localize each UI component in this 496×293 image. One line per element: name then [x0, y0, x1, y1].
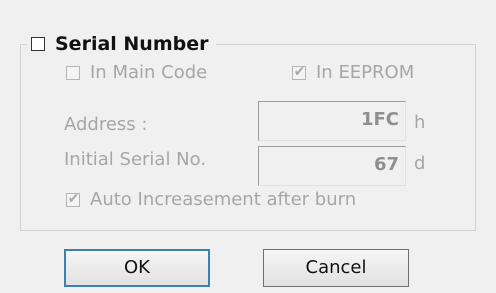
serial-number-checkbox[interactable] [31, 37, 45, 51]
initial-serial-label: Initial Serial No. [64, 149, 207, 170]
serial-number-label: Serial Number [55, 33, 209, 55]
checkmark-icon: ✔ [67, 190, 80, 207]
initial-serial-field[interactable]: 67 [258, 146, 406, 186]
address-unit: h [414, 112, 426, 133]
auto-increase-label: Auto Increasement after burn [90, 189, 357, 210]
address-field[interactable]: 1FC [258, 101, 406, 141]
initial-serial-unit: d [414, 153, 426, 174]
in-eeprom-checkbox[interactable]: ✔ [292, 63, 306, 80]
ok-button[interactable]: OK [64, 249, 210, 287]
auto-increase-checkbox[interactable]: ✔ [66, 190, 80, 207]
in-eeprom-label: In EEPROM [316, 62, 415, 83]
in-main-code-option[interactable]: In Main Code [66, 62, 207, 83]
serial-number-group-title: Serial Number [27, 30, 217, 58]
in-main-code-label: In Main Code [90, 62, 208, 83]
auto-increase-option[interactable]: ✔ Auto Increasement after burn [66, 189, 356, 210]
cancel-button[interactable]: Cancel [263, 249, 409, 287]
in-main-code-checkbox[interactable] [66, 65, 80, 80]
address-label: Address : [64, 114, 148, 135]
in-eeprom-option[interactable]: ✔ In EEPROM [292, 62, 414, 83]
checkmark-icon: ✔ [293, 63, 306, 80]
